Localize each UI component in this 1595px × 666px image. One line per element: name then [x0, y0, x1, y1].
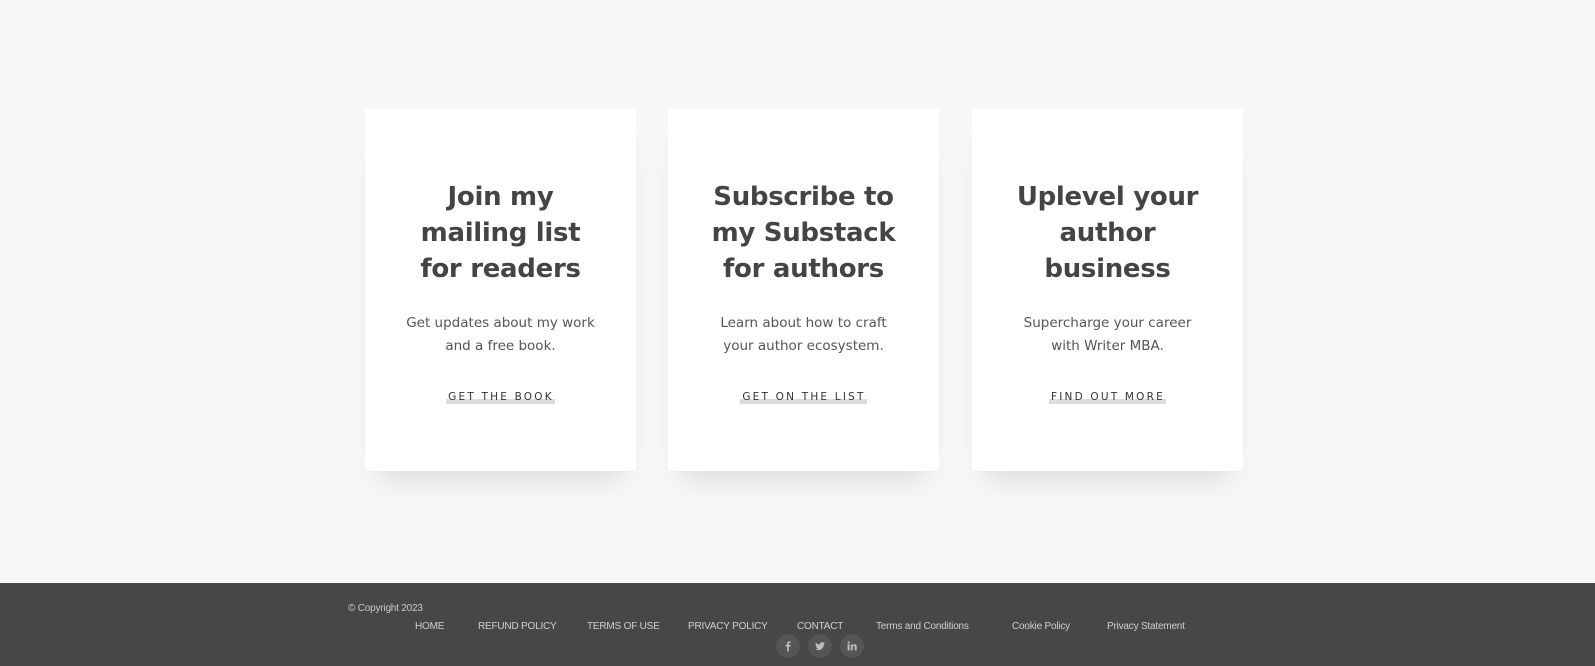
card-link-wrap: FIND OUT MORE: [972, 387, 1243, 405]
card-substack: Subscribe to my Substack for authors Lea…: [668, 109, 939, 471]
footer-link-contact[interactable]: CONTACT: [797, 621, 843, 632]
footer-link-cookie-policy[interactable]: Cookie Policy: [1012, 621, 1070, 632]
card-description-line: Learn about how to craft: [720, 315, 887, 331]
card-description-line: and a free book.: [445, 338, 556, 354]
card-description: Learn about how to craft your author eco…: [688, 312, 919, 358]
card-description: Get updates about my work and a free boo…: [385, 312, 616, 358]
card-description: Supercharge your career with Writer MBA.: [992, 312, 1223, 358]
card-title-line: author: [1059, 218, 1156, 248]
card-title-line: my Substack: [711, 218, 896, 248]
card-description-line: Supercharge your career: [1023, 315, 1192, 331]
card-title-line: mailing list: [420, 218, 581, 248]
footer-link-terms-of-use[interactable]: TERMS OF USE: [587, 621, 660, 632]
cta-cards: Join my mailing list for readers Get upd…: [365, 109, 1243, 471]
card-description-line: with Writer MBA.: [1051, 338, 1164, 354]
footer-link-privacy-statement[interactable]: Privacy Statement: [1107, 621, 1185, 632]
card-title-line: for authors: [723, 254, 884, 284]
linkedin-icon[interactable]: [840, 634, 864, 658]
twitter-icon[interactable]: [808, 634, 832, 658]
footer-nav: HOME REFUND POLICY TERMS OF USE PRIVACY …: [0, 621, 1595, 635]
card-title-line: Subscribe to: [713, 182, 894, 212]
footer-link-home[interactable]: HOME: [415, 621, 444, 632]
card-description-line: your author ecosystem.: [723, 338, 884, 354]
get-the-book-link[interactable]: GET THE BOOK: [446, 391, 555, 404]
card-title-line: business: [1044, 254, 1171, 284]
card-writer-mba: Uplevel your author business Supercharge…: [972, 109, 1243, 471]
card-title-line: Join my: [447, 182, 554, 212]
card-link-wrap: GET THE BOOK: [365, 387, 636, 405]
footer-link-terms-and-conditions[interactable]: Terms and Conditions: [876, 621, 969, 632]
card-link-wrap: GET ON THE LIST: [668, 387, 939, 405]
footer-link-privacy-policy[interactable]: PRIVACY POLICY: [688, 621, 768, 632]
card-title-line: for readers: [420, 254, 581, 284]
site-footer: © Copyright 2023 HOME REFUND POLICY TERM…: [0, 583, 1595, 666]
facebook-icon[interactable]: [776, 634, 800, 658]
card-title: Uplevel your author business: [992, 179, 1223, 287]
card-title: Join my mailing list for readers: [385, 179, 616, 287]
find-out-more-link[interactable]: FIND OUT MORE: [1049, 391, 1166, 404]
card-description-line: Get updates about my work: [406, 315, 595, 331]
footer-link-refund-policy[interactable]: REFUND POLICY: [478, 621, 557, 632]
card-title-line: Uplevel your: [1016, 182, 1199, 212]
copyright-text: © Copyright 2023: [348, 603, 423, 614]
get-on-the-list-link[interactable]: GET ON THE LIST: [740, 391, 867, 404]
card-title: Subscribe to my Substack for authors: [688, 179, 919, 287]
card-mailing-list: Join my mailing list for readers Get upd…: [365, 109, 636, 471]
